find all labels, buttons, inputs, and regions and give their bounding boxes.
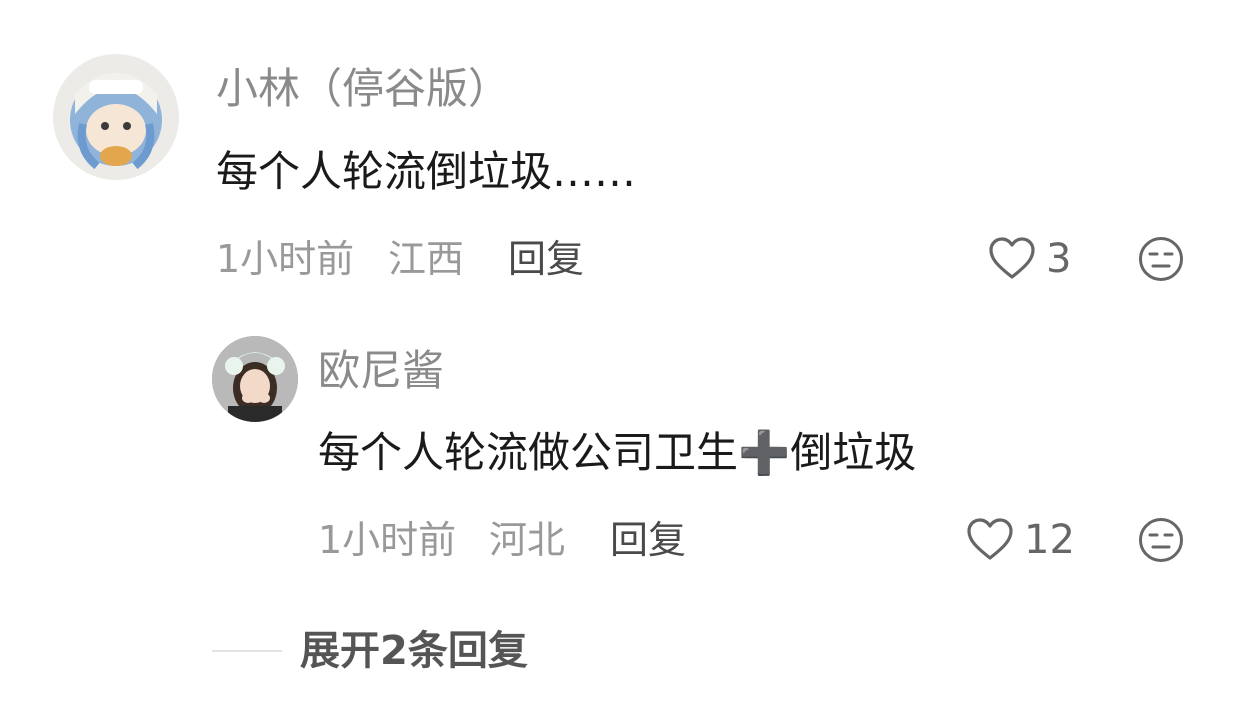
comment-dislike-button[interactable] [1138, 236, 1184, 286]
comment-text: 每个人轮流倒垃圾…… [216, 147, 637, 196]
reply-avatar[interactable] [212, 336, 298, 422]
reply-reply-button[interactable]: 回复 [610, 521, 686, 559]
comment-like-button[interactable]: 3 [988, 236, 1071, 282]
heart-icon [989, 237, 1035, 279]
meh-face-icon [1139, 237, 1183, 281]
divider-line [212, 650, 282, 652]
comment-reply-button[interactable]: 回复 [508, 240, 584, 278]
reply-location: 河北 [489, 518, 566, 562]
expand-replies-label: 展开2条回复 [300, 628, 528, 674]
comment-location: 江西 [388, 237, 465, 281]
meh-face-icon [1139, 518, 1183, 562]
reply-text: 每个人轮流做公司卫生➕倒垃圾 [318, 428, 917, 477]
comment-username[interactable]: 小林（停谷版） [216, 68, 510, 110]
reply-time: 1小时前 [318, 518, 457, 562]
comment-avatar[interactable] [53, 54, 179, 180]
reply-dislike-button[interactable] [1138, 517, 1184, 567]
reply-username[interactable]: 欧尼酱 [318, 350, 444, 392]
heart-icon [967, 518, 1013, 560]
comment-time: 1小时前 [216, 237, 355, 281]
plush-avatar-icon [53, 54, 179, 180]
reply-like-count: 12 [1024, 517, 1075, 563]
comment-like-count: 3 [1046, 236, 1072, 282]
girl-photo-avatar-icon [212, 336, 298, 422]
expand-replies-button[interactable]: 展开2条回复 [212, 631, 528, 671]
reply-like-button[interactable]: 12 [966, 517, 1075, 563]
